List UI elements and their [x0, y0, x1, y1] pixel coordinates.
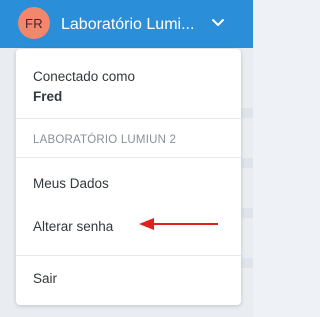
- user-name: Fred: [33, 89, 63, 104]
- background-strip: [239, 258, 253, 268]
- avatar-initials: FR: [25, 15, 43, 31]
- background-strip: [239, 208, 253, 218]
- user-dropdown-menu: Conectado como Fred LABORATÓRIO LUMIUN 2…: [16, 49, 241, 305]
- background-strip: [239, 158, 253, 168]
- lab-section-label: LABORATÓRIO LUMIUN 2: [33, 134, 177, 146]
- connected-as-label: Conectado como: [33, 69, 136, 84]
- chevron-down-icon[interactable]: [211, 17, 225, 29]
- menu-item-logout[interactable]: Sair: [16, 261, 241, 295]
- menu-item-my-data[interactable]: Meus Dados: [16, 166, 241, 200]
- avatar[interactable]: FR: [18, 7, 50, 39]
- user-info-section: Conectado como Fred: [16, 49, 241, 119]
- organization-name[interactable]: Laboratório Lumi...: [61, 15, 199, 35]
- arrow-left-icon: [139, 218, 218, 230]
- background-strip: [239, 108, 253, 118]
- divider: [16, 118, 241, 119]
- divider: [16, 255, 241, 256]
- divider: [16, 157, 241, 158]
- top-bar: FR Laboratório Lumi...: [0, 0, 253, 48]
